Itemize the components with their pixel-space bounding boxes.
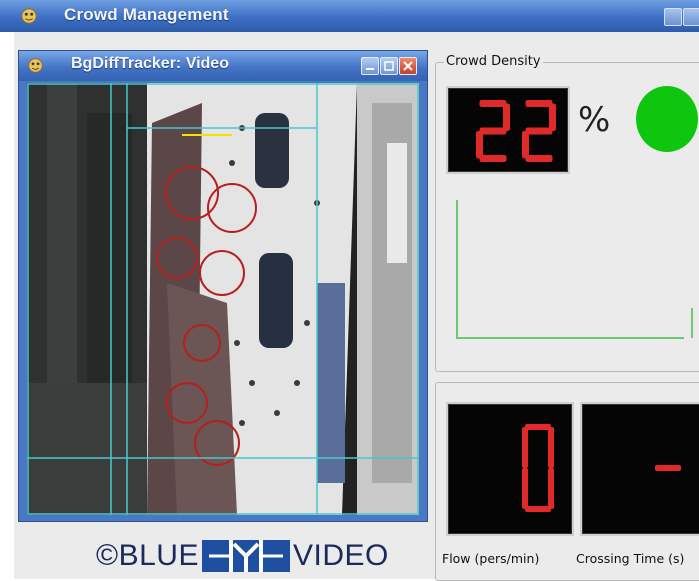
maximize-button[interactable]	[380, 57, 398, 75]
digit-segment-e	[476, 131, 483, 159]
video-window: BgDiffTracker: Video	[18, 50, 428, 522]
digit-segment-a	[525, 100, 553, 107]
digit-segment-f	[522, 427, 528, 468]
digit-segment-b	[503, 103, 510, 131]
minimize-button[interactable]	[361, 57, 379, 75]
aerial-crowd-image	[27, 83, 419, 515]
density-history-graph	[456, 200, 693, 339]
minimize-icon	[366, 68, 374, 70]
logo-prefix: ©BLUE	[96, 539, 199, 572]
close-button[interactable]	[399, 57, 417, 75]
status-light	[636, 86, 698, 152]
digit-segment-g	[525, 127, 553, 135]
digit-segment-d	[525, 155, 553, 162]
flow-digits	[522, 424, 554, 512]
minimize-button[interactable]	[664, 8, 682, 26]
digit-segment-a	[479, 100, 507, 107]
main-titlebar: Crowd Management	[0, 0, 699, 32]
crossing-time-display	[580, 402, 699, 536]
crossing-time-digits	[655, 465, 681, 471]
digit-segment-d	[525, 506, 551, 512]
maximize-icon	[384, 61, 394, 71]
app-icon	[21, 8, 37, 24]
digit-segment-e	[522, 468, 528, 509]
maximize-button[interactable]	[683, 8, 699, 26]
eye-logo-icon	[201, 540, 290, 572]
window-border	[0, 32, 14, 579]
digit-segment-c	[548, 468, 554, 509]
logo-suffix: VIDEO	[292, 539, 389, 572]
digit-segment-b	[548, 427, 554, 468]
video-window-title: BgDiffTracker: Video	[71, 55, 229, 72]
digit-segment-a	[525, 424, 551, 430]
density-digits	[476, 100, 556, 162]
digit-segment-e	[522, 131, 529, 159]
digit-segment-d	[479, 155, 507, 162]
video-feed[interactable]	[27, 83, 419, 515]
window-title: Crowd Management	[64, 5, 229, 24]
crossing-time-label: Crossing Time (s)	[576, 551, 685, 566]
digit-segment-b	[549, 103, 556, 131]
crowd-density-label: Crowd Density	[444, 54, 543, 69]
digit-segment-g	[655, 465, 681, 471]
video-window-titlebar[interactable]: BgDiffTracker: Video	[19, 51, 427, 81]
density-unit: %	[578, 100, 611, 140]
digit-segment-g	[479, 127, 507, 135]
close-icon	[403, 61, 413, 71]
app-icon	[28, 58, 43, 73]
blue-eye-video-logo: ©BLUE VIDEO	[96, 536, 389, 576]
flow-label: Flow (pers/min)	[442, 551, 540, 566]
flow-display	[446, 402, 574, 536]
density-display: 22	[446, 86, 570, 174]
